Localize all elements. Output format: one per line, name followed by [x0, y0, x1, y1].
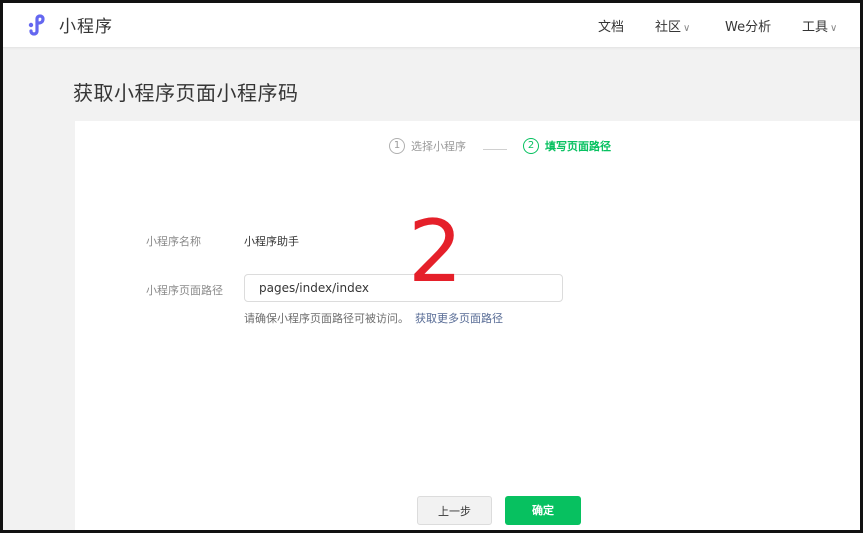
step-label: 填写页面路径	[545, 140, 611, 153]
miniprogram-name-value: 小程序助手	[244, 235, 299, 248]
page-title: 获取小程序页面小程序码	[73, 81, 299, 105]
miniprogram-logo-icon[interactable]	[25, 11, 51, 37]
previous-step-button[interactable]: 上一步	[417, 496, 492, 525]
page-path-hint: 请确保小程序页面路径可被访问。 获取更多页面路径	[244, 310, 503, 326]
nav-tools[interactable]: 工具 ∨	[802, 16, 837, 35]
nav-we-analysis[interactable]: We分析	[725, 16, 771, 35]
step-divider	[483, 149, 507, 150]
step-number: 2	[523, 138, 539, 154]
form-card: 1 选择小程序 2 填写页面路径 小程序名称 小程序助手 小程序页面路径 pag…	[75, 121, 860, 530]
top-navbar: 小程序 文档 社区 ∨ We分析 工具 ∨	[3, 3, 860, 48]
brand-name[interactable]: 小程序	[59, 12, 113, 37]
step-number: 1	[389, 138, 405, 154]
hint-text: 请确保小程序页面路径可被访问。	[244, 312, 409, 325]
browser-frame: 小程序 文档 社区 ∨ We分析 工具 ∨ 获取小程序页面小程序码 1 选择小程序 …	[0, 0, 863, 533]
step-label: 选择小程序	[411, 140, 466, 153]
nav-tools-label: 工具	[802, 20, 829, 35]
chevron-down-icon: ∨	[830, 23, 838, 34]
page-path-label: 小程序页面路径	[146, 284, 223, 297]
nav-community[interactable]: 社区 ∨	[655, 16, 690, 35]
step-select-miniprogram: 1 选择小程序	[389, 138, 466, 154]
nav-docs[interactable]: 文档	[598, 16, 624, 35]
miniprogram-name-label: 小程序名称	[146, 235, 201, 248]
page-path-input[interactable]: pages/index/index	[244, 274, 563, 302]
step-fill-page-path: 2 填写页面路径	[523, 138, 611, 154]
chevron-down-icon: ∨	[683, 23, 691, 34]
annotation-step-number: 2	[408, 202, 463, 302]
more-page-paths-link[interactable]: 获取更多页面路径	[415, 312, 503, 325]
nav-community-label: 社区	[655, 20, 682, 35]
confirm-button[interactable]: 确定	[505, 496, 581, 525]
